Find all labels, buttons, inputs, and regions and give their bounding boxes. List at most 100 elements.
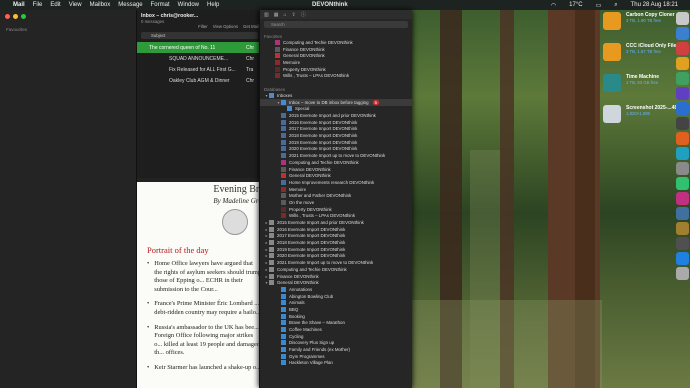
info-icon[interactable]: ⓘ	[301, 11, 306, 18]
tag-icon[interactable]: ⌂	[283, 12, 286, 18]
sidebar-item[interactable]: Hackleton Village Plan	[260, 360, 412, 367]
search-icon[interactable]: ⌕	[614, 2, 617, 9]
calendar-dock-icon[interactable]	[675, 42, 689, 55]
settings-dock-icon[interactable]	[675, 162, 689, 175]
safari-dock-icon[interactable]	[675, 102, 689, 115]
inboxes-row[interactable]: ▾ Inboxes	[260, 92, 412, 99]
menu-item-mailbox[interactable]: Mailbox	[90, 2, 111, 8]
message-row[interactable]: Oakley Club AGM & Dinner Chr	[137, 75, 262, 86]
app-dock-icon[interactable]	[675, 207, 689, 220]
podcasts-dock-icon[interactable]	[675, 87, 689, 100]
mail-toolbar: Inbox – chris@rooker... 0 messages	[137, 10, 262, 24]
sidebar-item[interactable]: ▾ Inbox – move to DB inbox before tagging…	[260, 98, 412, 106]
message-row[interactable]: Fix Released for ALL First G... Tra	[137, 64, 262, 75]
sidebar-item[interactable]: Special	[260, 106, 412, 113]
sidebar-item[interactable]: General DEVONthink	[260, 172, 412, 179]
sidebar-item[interactable]: 2016 Evernote Import DEVONthink	[260, 119, 412, 126]
app-dock-icon[interactable]	[675, 147, 689, 160]
sidebar-item[interactable]: Animals	[260, 299, 412, 306]
sidebar-item[interactable]: Memoire	[260, 59, 412, 66]
notes-dock-icon[interactable]	[675, 57, 689, 70]
zoom-button[interactable]	[21, 14, 26, 19]
sidebar-item[interactable]: General DEVONthink	[260, 52, 412, 59]
mail-dock-icon[interactable]	[675, 27, 689, 40]
sidebar-item[interactable]: 2021 Evernote Import up to move to DEVON…	[260, 152, 412, 159]
dt-search-input[interactable]: Search	[264, 21, 408, 28]
app-dock-icon[interactable]	[675, 132, 689, 145]
battery-icon[interactable]: ▭	[596, 2, 602, 9]
wifi-icon[interactable]: ◠	[551, 2, 556, 9]
sidebar-item[interactable]: BBQ	[260, 306, 412, 313]
menu-app-name[interactable]: Mail	[13, 2, 25, 8]
sidebar-item[interactable]: 2018 Evernote Import DEVONthink	[260, 132, 412, 139]
menu-item-view[interactable]: View	[69, 2, 82, 8]
sidebar-item[interactable]: Gym Programmes	[260, 353, 412, 360]
inbox-icon[interactable]: ▦	[274, 12, 279, 18]
share-icon[interactable]: ⇪	[292, 12, 296, 18]
menu-item-window[interactable]: Window	[178, 2, 199, 8]
sidebar-item[interactable]: Computing and Techie DEVONthink	[260, 159, 412, 166]
weather-temp[interactable]: 17°C	[569, 2, 582, 8]
app-dock-icon[interactable]	[675, 177, 689, 190]
message-row[interactable]: The cornered queen of No. 11 Chr	[137, 42, 262, 53]
messages-dock-icon[interactable]	[675, 72, 689, 85]
sidebar-item[interactable]: 2017 Evernote Import DEVONthink	[260, 126, 412, 133]
sidebar-item[interactable]: ▸ Finance DEVONthink	[260, 273, 412, 280]
sidebar-item[interactable]: ▸ 2017 Evernote Import DEVONthink	[260, 233, 412, 240]
sidebar-item[interactable]: Computing and Techie DEVONthink	[260, 39, 412, 46]
database-icon	[281, 327, 286, 333]
message-row[interactable]: SQUAD ANNOUNCEME... Chr	[137, 53, 262, 64]
terminal-dock-icon[interactable]	[675, 117, 689, 130]
sidebar-toggle-icon[interactable]: ▥	[264, 12, 269, 18]
sidebar-item[interactable]: Wills , Trusts – LPAs DEVONthink	[260, 72, 412, 79]
sidebar-item[interactable]: Brave the Shave – Marathon	[260, 320, 412, 327]
sidebar-item[interactable]: ▸ Computing and Techie DEVONthink	[260, 266, 412, 273]
minimize-button[interactable]	[13, 14, 18, 19]
sidebar-item[interactable]: Property DEVONthink	[260, 66, 412, 73]
message-sender: Chr	[246, 44, 255, 51]
menu-item-format[interactable]: Format	[151, 2, 170, 8]
sidebar-item[interactable]: Coffee Machines	[260, 326, 412, 333]
sidebar-item[interactable]: Finance DEVONthink	[260, 46, 412, 53]
menu-item-message[interactable]: Message	[118, 2, 142, 8]
sidebar-item[interactable]: On the move	[260, 199, 412, 206]
menu-item-edit[interactable]: Edit	[50, 2, 60, 8]
sidebar-item[interactable]: ▸ 2020 Evernote Import DEVONthink	[260, 253, 412, 260]
sidebar-item[interactable]: Mother and Father DEVONthink	[260, 192, 412, 199]
trash-dock-icon[interactable]	[675, 267, 689, 280]
sidebar-item[interactable]: Wills , Trusts – LPAs DEVONthink	[260, 213, 412, 220]
app-dock-icon[interactable]	[675, 237, 689, 250]
clock[interactable]: Thu 28 Aug 18:21	[631, 2, 678, 8]
sidebar-item[interactable]: Booking	[260, 313, 412, 320]
sidebar-item[interactable]: ▸ 2018 Evernote Import DEVONthink	[260, 239, 412, 246]
sidebar-item[interactable]: Property DEVONthink	[260, 206, 412, 213]
sidebar-item[interactable]: 2019 Evernote Import DEVONthink	[260, 139, 412, 146]
sidebar-item[interactable]: ▸ 2016 Evernote Import DEVONthink	[260, 226, 412, 233]
menu-item-file[interactable]: File	[33, 2, 43, 8]
filter-button[interactable]: Filter	[198, 24, 208, 29]
menu-center-app[interactable]: DEVONthink	[312, 2, 348, 8]
sidebar-item[interactable]: 2020 Evernote Import DEVONthink	[260, 146, 412, 153]
sidebar-item[interactable]: Discovery Plus Sign up	[260, 340, 412, 347]
get-mail-button[interactable]: Get Mail	[243, 24, 259, 29]
sidebar-item[interactable]: Finance DEVONthink	[260, 166, 412, 173]
sidebar-item[interactable]: 2015 Evernote Import and prior DEVONthin…	[260, 112, 412, 119]
sidebar-item[interactable]: Abington Bowling Club	[260, 293, 412, 300]
close-button[interactable]	[5, 14, 10, 19]
sidebar-item[interactable]: Family and Friends (ex Mother)	[260, 346, 412, 353]
menu-item-help[interactable]: Help	[207, 2, 219, 8]
sidebar-item[interactable]: ▸ 2015 Evernote Import and prior DEVONthi…	[260, 219, 412, 226]
subject-search-input[interactable]: Subject	[141, 32, 258, 39]
view-options-button[interactable]: View Options	[213, 24, 238, 29]
app-dock-icon[interactable]	[675, 222, 689, 235]
finder-dock-icon[interactable]	[675, 12, 689, 25]
sidebar-item[interactable]: Cycling	[260, 333, 412, 340]
sidebar-item[interactable]: Home Improvements research DEVONthink	[260, 179, 412, 186]
app-dock-icon[interactable]	[675, 192, 689, 205]
sidebar-item[interactable]: Annotations	[260, 286, 412, 293]
app-dock-icon[interactable]	[675, 252, 689, 265]
sidebar-item[interactable]: Memoire	[260, 186, 412, 193]
sidebar-item[interactable]: ▾ General DEVONthink	[260, 279, 412, 286]
sidebar-item[interactable]: ▸ 2019 Evernote Import DEVONthink	[260, 246, 412, 253]
sidebar-item[interactable]: ▸ 2021 Evernote Import up to move to DEVO…	[260, 259, 412, 266]
